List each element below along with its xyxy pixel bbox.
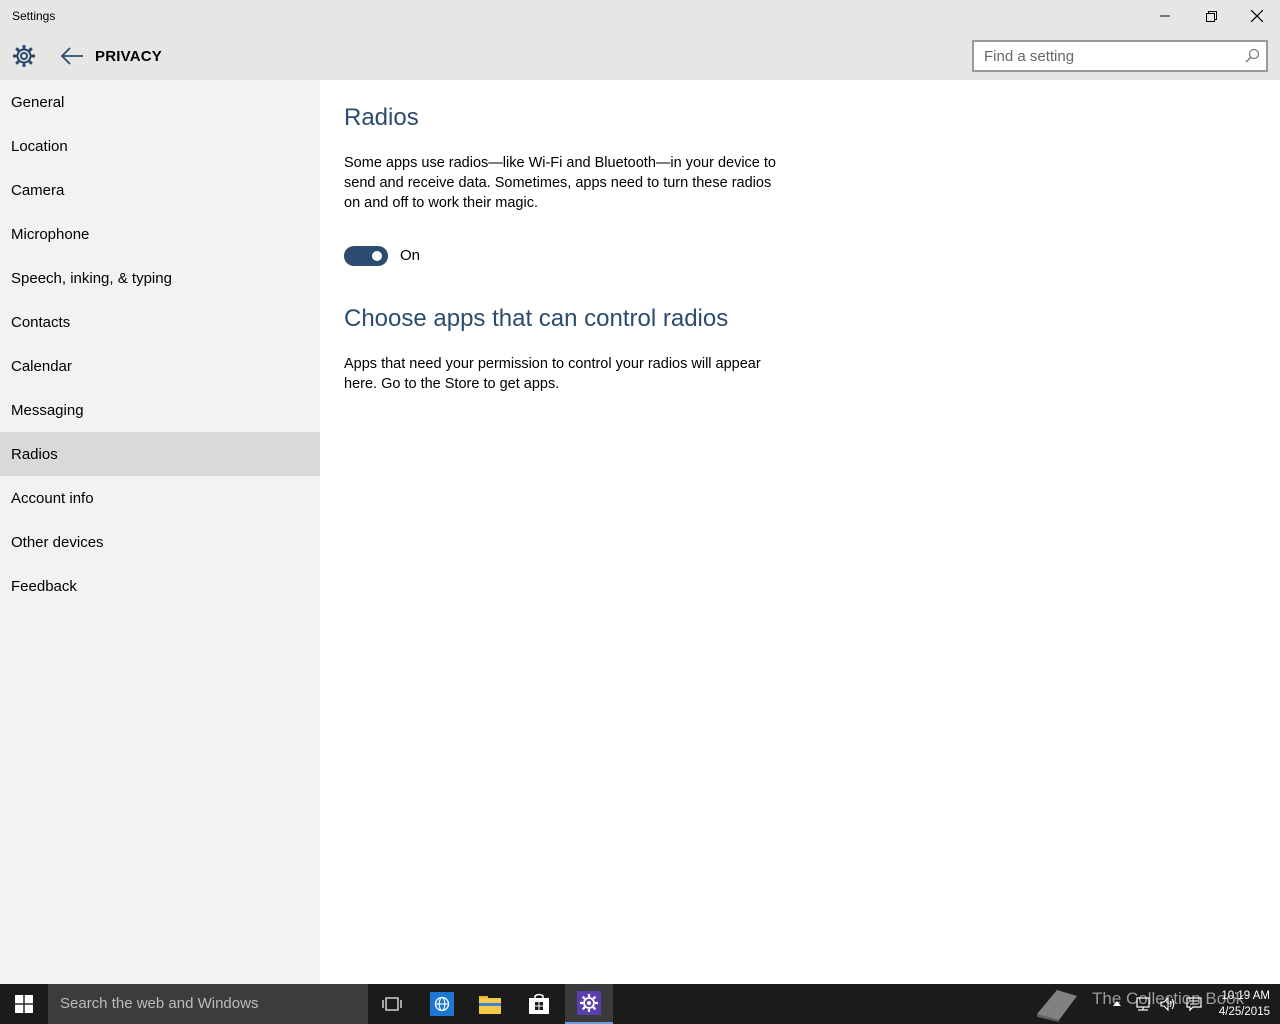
apps-description: Apps that need your permission to contro… (344, 354, 794, 394)
sidebar-item-camera[interactable]: Camera (0, 168, 320, 212)
sidebar-item-messaging[interactable]: Messaging (0, 388, 320, 432)
description-line: Some apps use radios—like Wi-Fi and Blue… (344, 155, 776, 171)
volume-icon (1160, 996, 1175, 1012)
browser-icon (430, 992, 454, 1016)
sidebar-item-feedback[interactable]: Feedback (0, 564, 320, 608)
window-title: Settings (12, 9, 56, 23)
radios-toggle[interactable] (344, 246, 388, 266)
radios-description: Some apps use radios—like Wi-Fi and Blue… (344, 153, 794, 213)
folder-icon (479, 996, 501, 1014)
volume-button[interactable] (1156, 984, 1180, 1024)
clock-time: 10:19 AM (1221, 990, 1270, 1002)
taskbar-settings-button[interactable] (565, 984, 613, 1024)
description-line: here. Go to the Store to get apps. (344, 376, 560, 392)
show-hidden-icons-button[interactable] (1108, 984, 1126, 1024)
taskbar-browser-button[interactable] (418, 984, 466, 1024)
network-icon (1136, 997, 1150, 1011)
minimize-icon (1160, 15, 1170, 17)
task-view-icon (382, 997, 402, 1011)
sidebar-item-other-devices[interactable]: Other devices (0, 520, 320, 564)
restore-button[interactable] (1188, 0, 1234, 32)
taskbar-clock[interactable]: 10:19 AM 4/25/2015 (1208, 988, 1270, 1020)
sidebar-item-general[interactable]: General (0, 80, 320, 124)
gear-icon (13, 45, 35, 67)
minimize-button[interactable] (1142, 0, 1188, 32)
chevron-up-icon (1113, 1001, 1121, 1006)
back-arrow-icon (60, 47, 83, 65)
subsection-heading: Choose apps that can control radios (344, 305, 729, 332)
close-icon (1251, 10, 1263, 22)
store-icon (529, 993, 549, 1014)
settings-header: PRIVACY (0, 32, 1280, 80)
sidebar-item-radios[interactable]: Radios (0, 432, 320, 476)
taskbar-store-button[interactable] (515, 984, 563, 1024)
title-bar: Settings (0, 0, 1280, 32)
main-content: Radios Some apps use radios—like Wi-Fi a… (320, 80, 1280, 984)
sidebar-item-contacts[interactable]: Contacts (0, 300, 320, 344)
task-view-button[interactable] (368, 984, 416, 1024)
description-line: Apps that need your permission to contro… (344, 356, 761, 372)
sidebar-item-speech[interactable]: Speech, inking, & typing (0, 256, 320, 300)
taskbar-search-text: Search the web and Windows (60, 995, 259, 1012)
page-title: PRIVACY (95, 48, 162, 65)
sidebar: General Location Camera Microphone Speec… (0, 80, 320, 984)
settings-home-button[interactable] (8, 38, 40, 74)
description-line: on and off to work their magic. (344, 195, 538, 211)
close-button[interactable] (1234, 0, 1280, 32)
action-center-button[interactable] (1182, 984, 1206, 1024)
search-input[interactable] (974, 42, 1236, 70)
sidebar-item-location[interactable]: Location (0, 124, 320, 168)
sidebar-item-microphone[interactable]: Microphone (0, 212, 320, 256)
search-box[interactable] (972, 40, 1268, 72)
taskbar-file-explorer-button[interactable] (466, 984, 514, 1024)
taskbar-search-box[interactable]: Search the web and Windows (48, 984, 368, 1024)
watermark-book-icon (1030, 984, 1082, 1024)
sidebar-item-account-info[interactable]: Account info (0, 476, 320, 520)
notification-icon (1186, 997, 1202, 1012)
windows-logo-icon (15, 995, 33, 1013)
toggle-state-label: On (400, 247, 421, 264)
taskbar: Search the web and Windows The Collectio… (0, 984, 1280, 1024)
restore-icon (1205, 10, 1217, 22)
clock-date: 4/25/2015 (1218, 1006, 1270, 1018)
search-icon[interactable] (1244, 48, 1260, 64)
section-heading: Radios (344, 104, 419, 131)
sidebar-item-calendar[interactable]: Calendar (0, 344, 320, 388)
back-button[interactable] (56, 40, 88, 72)
description-line: send and receive data. Sometimes, apps n… (344, 175, 772, 191)
toggle-knob (372, 251, 382, 261)
network-button[interactable] (1130, 984, 1156, 1024)
settings-app-icon (577, 991, 601, 1015)
start-button[interactable] (0, 984, 48, 1024)
